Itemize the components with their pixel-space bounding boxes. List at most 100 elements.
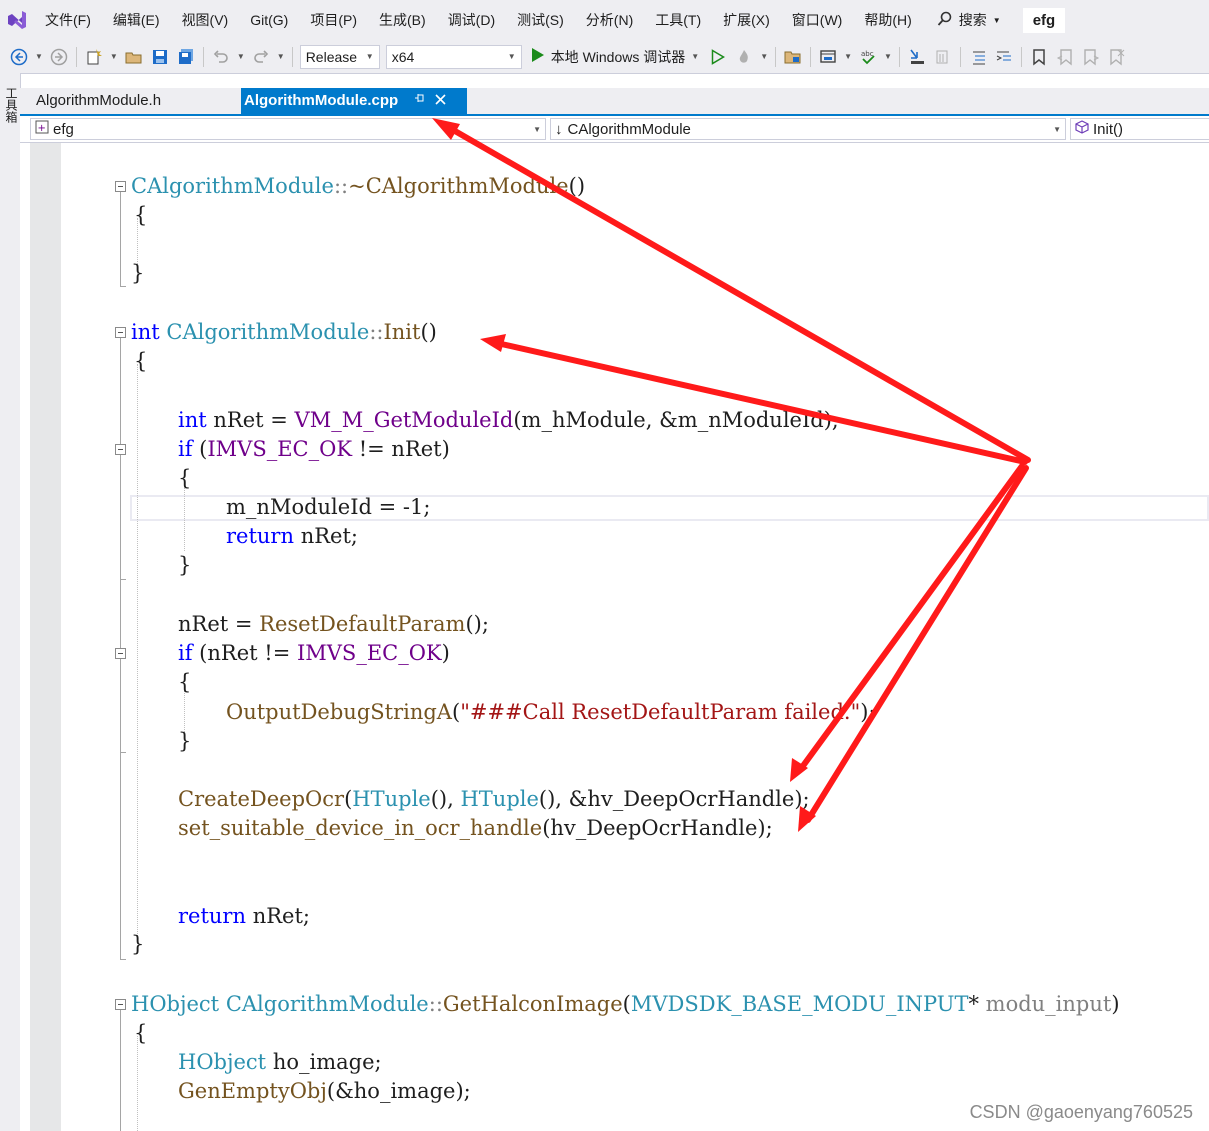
visual-studio-logo-icon[interactable] bbox=[0, 0, 34, 40]
disabled-command-icon[interactable] bbox=[930, 44, 956, 70]
function-name-token: Init bbox=[383, 320, 421, 344]
clear-bookmarks-icon[interactable] bbox=[1104, 44, 1130, 70]
type-token: HObject bbox=[131, 992, 220, 1016]
paren-token: ) bbox=[441, 641, 450, 665]
code-close-brace: } bbox=[131, 932, 145, 956]
toolbox-label: 工具箱 bbox=[4, 87, 18, 123]
collapse-icon[interactable] bbox=[115, 444, 126, 455]
open-folder-icon[interactable] bbox=[780, 44, 806, 70]
window-layout-icon[interactable] bbox=[815, 44, 841, 70]
collapse-icon[interactable] bbox=[115, 327, 126, 338]
code-line-create-deep-ocr: CreateDeepOcr(HTuple(), HTuple(), &hv_De… bbox=[178, 785, 810, 814]
menu-analyze[interactable]: 分析(N) bbox=[575, 0, 644, 40]
type-token: HTuple bbox=[352, 787, 431, 811]
new-project-icon[interactable] bbox=[81, 44, 107, 70]
search-button[interactable]: 搜索 ▼ bbox=[937, 10, 1001, 30]
toolbar-separator bbox=[1020, 46, 1022, 67]
spell-check-icon[interactable]: abc bbox=[855, 44, 881, 70]
save-all-icon[interactable] bbox=[173, 44, 199, 70]
hot-reload-icon[interactable] bbox=[731, 44, 757, 70]
comment-lines-icon[interactable] bbox=[965, 44, 991, 70]
collapse-icon[interactable] bbox=[115, 999, 126, 1010]
type-token: HObject bbox=[178, 1050, 267, 1074]
navigate-back-icon[interactable] bbox=[6, 44, 32, 70]
toolbar-separator bbox=[775, 46, 777, 67]
code-editor[interactable]: CAlgorithmModule::~CAlgorithmModule() { … bbox=[20, 143, 1209, 1131]
chevron-down-icon[interactable]: ▼ bbox=[237, 52, 245, 61]
member-select[interactable]: Init() bbox=[1070, 118, 1209, 140]
scope-operator: :: bbox=[333, 174, 349, 198]
collapse-icon[interactable] bbox=[115, 648, 126, 659]
tab-algorithm-module-cpp[interactable]: AlgorithmModule.cpp bbox=[241, 88, 467, 114]
code-line-get-module-id: int nRet = VM_M_GetModuleId(m_hModule, &… bbox=[178, 406, 839, 435]
menu-git[interactable]: Git(G) bbox=[239, 0, 299, 40]
search-icon bbox=[937, 11, 953, 30]
menu-debug[interactable]: 调试(D) bbox=[437, 0, 506, 40]
tab-algorithm-module-h[interactable]: AlgorithmModule.h bbox=[20, 88, 206, 114]
indent-guide bbox=[137, 1036, 138, 1131]
watermark-text: CSDN @gaoenyang760525 bbox=[969, 1102, 1193, 1122]
scope-select[interactable]: ↓ CAlgorithmModule ▼ bbox=[550, 118, 1066, 140]
editor-margin bbox=[30, 143, 61, 1131]
step-into-icon[interactable] bbox=[904, 44, 930, 70]
start-without-debugging-icon[interactable] bbox=[705, 44, 731, 70]
scope-operator: :: bbox=[428, 992, 443, 1016]
menu-test[interactable]: 测试(S) bbox=[506, 0, 575, 40]
start-debugging-button[interactable]: 本地 Windows 调试器 ▼ bbox=[525, 47, 706, 67]
paren-token: ); bbox=[860, 700, 876, 724]
parens-token: () bbox=[420, 320, 437, 344]
menu-window[interactable]: 窗口(W) bbox=[781, 0, 854, 40]
menu-extensions[interactable]: 扩展(X) bbox=[712, 0, 781, 40]
chevron-down-icon[interactable]: ▼ bbox=[110, 52, 118, 61]
menu-edit[interactable]: 编辑(E) bbox=[102, 0, 171, 40]
chevron-down-icon[interactable]: ▼ bbox=[277, 52, 285, 61]
open-file-icon[interactable] bbox=[121, 44, 147, 70]
toolbar-separator bbox=[75, 46, 77, 67]
next-bookmark-icon[interactable] bbox=[1078, 44, 1104, 70]
configuration-value: Release bbox=[305, 48, 358, 65]
redo-icon[interactable] bbox=[248, 44, 274, 70]
menu-bar: 文件(F) 编辑(E) 视图(V) Git(G) 项目(P) 生成(B) 调试(… bbox=[0, 0, 1209, 40]
code-line-assign-id: m_nModuleId = -1; bbox=[226, 495, 431, 519]
operator-token: != bbox=[352, 437, 392, 461]
chevron-down-icon[interactable]: ▼ bbox=[844, 52, 852, 61]
menu-tools[interactable]: 工具(T) bbox=[644, 0, 712, 40]
pin-icon[interactable] bbox=[410, 88, 430, 114]
close-icon[interactable] bbox=[430, 88, 450, 114]
chevron-down-icon[interactable]: ▼ bbox=[35, 52, 43, 61]
navigate-forward-icon[interactable] bbox=[46, 44, 72, 70]
collapse-icon[interactable] bbox=[115, 181, 126, 192]
toolbar-separator bbox=[898, 46, 900, 67]
uncomment-lines-icon[interactable] bbox=[991, 44, 1017, 70]
chevron-down-icon[interactable]: ▼ bbox=[884, 52, 892, 61]
menu-project[interactable]: 项目(P) bbox=[299, 0, 368, 40]
parens-token: () bbox=[568, 174, 586, 198]
solution-configuration-select[interactable]: Release ▼ bbox=[299, 44, 380, 69]
code-line-if-check: if (IMVS_EC_OK != nRet) bbox=[178, 435, 450, 464]
scope-name: CAlgorithmModule bbox=[567, 120, 691, 138]
project-select[interactable]: + efg ▼ bbox=[30, 118, 546, 140]
toolbox-panel-tab[interactable]: 工具箱 bbox=[0, 73, 21, 1131]
menu-build[interactable]: 生成(B) bbox=[368, 0, 437, 40]
solution-platform-select[interactable]: x64 ▼ bbox=[385, 44, 522, 69]
chevron-down-icon[interactable]: ▼ bbox=[760, 52, 768, 61]
code-open-brace: { bbox=[134, 349, 148, 373]
save-icon[interactable] bbox=[147, 44, 173, 70]
code-close-brace: } bbox=[178, 729, 192, 753]
variable-token: nRet bbox=[252, 904, 303, 928]
variable-token: nRet bbox=[207, 641, 258, 665]
menu-view[interactable]: 视图(V) bbox=[171, 0, 240, 40]
menu-help[interactable]: 帮助(H) bbox=[853, 0, 922, 40]
svg-text:+: + bbox=[38, 123, 46, 134]
punctuation-token: (), bbox=[430, 787, 461, 811]
code-line-destructor: CAlgorithmModule::~CAlgorithmModule() bbox=[131, 172, 585, 201]
indent-guide bbox=[137, 364, 138, 944]
operator-token: != bbox=[257, 641, 297, 665]
menu-file[interactable]: 文件(F) bbox=[34, 0, 102, 40]
previous-bookmark-icon[interactable] bbox=[1052, 44, 1078, 70]
paren-token: ( bbox=[451, 700, 461, 724]
undo-icon[interactable] bbox=[208, 44, 234, 70]
toolbar-separator bbox=[959, 46, 961, 67]
search-label: 搜索 bbox=[958, 12, 987, 28]
bookmark-icon[interactable] bbox=[1026, 44, 1052, 70]
